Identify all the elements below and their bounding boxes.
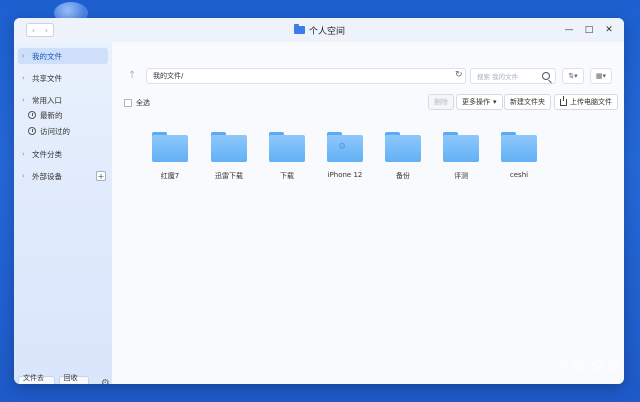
search-placeholder: 搜索 我的文件	[477, 73, 519, 81]
minimize-button[interactable]: —	[564, 24, 574, 36]
sidebar-item-label: 共享文件	[32, 73, 62, 83]
folder-name: ceshi	[509, 171, 529, 179]
folder-icon	[294, 24, 305, 34]
folder-icon	[501, 132, 537, 162]
folder-item[interactable]: 评测	[439, 132, 483, 182]
watermark-line1: 新	[559, 357, 568, 366]
folder-icon	[211, 132, 247, 162]
gear-icon[interactable]: ⚙	[99, 376, 112, 385]
search-icon[interactable]	[542, 72, 550, 80]
clock-icon	[28, 111, 36, 119]
chevron-right-icon: ›	[22, 52, 25, 60]
select-all-checkbox[interactable]	[124, 99, 132, 107]
select-all[interactable]: 全选	[124, 98, 150, 108]
sidebar-bottom: 文件去重 回收站 ⚙	[18, 374, 112, 385]
folder-name: 下载	[280, 172, 294, 180]
window-title-text: 个人空间	[309, 26, 346, 37]
more-actions-button[interactable]: 更多操作 ▾	[456, 94, 503, 110]
folder-item[interactable]: ceshi	[497, 132, 541, 182]
sidebar-item-label: 我的文件	[32, 51, 62, 61]
folder-icon	[443, 132, 479, 162]
sidebar: › 我的文件 › 共享文件 › 常用入口 最新的 访问过的 › 文件分类 › 外…	[14, 42, 112, 384]
chevron-down-icon: ▾	[493, 98, 497, 106]
folder-item[interactable]: 迅雷下载	[207, 132, 251, 182]
sidebar-item-external-devices[interactable]: › 外部设备 +	[18, 168, 108, 184]
maximize-button[interactable]: □	[584, 24, 594, 36]
close-button[interactable]: ✕	[604, 24, 614, 36]
folder-name: 迅雷下载	[215, 172, 243, 180]
folder-icon	[385, 132, 421, 162]
title-bar: ‹ › 个人空间 — □ ✕	[14, 18, 624, 42]
sidebar-item-my-files[interactable]: › 我的文件	[18, 48, 108, 64]
folder-item[interactable]: 备份	[381, 132, 425, 182]
more-actions-label: 更多操作	[462, 98, 490, 106]
recycle-bin-button[interactable]: 回收站	[58, 374, 89, 384]
path-input[interactable]: 我的文件/	[146, 68, 466, 84]
add-device-icon[interactable]: +	[96, 171, 106, 181]
refresh-icon[interactable]: ↻	[455, 70, 463, 80]
watermark: 新 浪 值 众测	[559, 356, 621, 376]
search-input[interactable]: 搜索 我的文件	[470, 68, 556, 84]
chevron-right-icon: ›	[22, 150, 25, 158]
nav-buttons[interactable]: ‹ ›	[26, 23, 54, 37]
watermark-stack: 新 浪	[559, 357, 568, 375]
folder-item[interactable]: 红魔7	[148, 132, 192, 182]
history-icon	[28, 127, 36, 135]
folder-name: iPhone 12	[327, 171, 363, 179]
upload-icon	[560, 95, 567, 106]
watermark-main: 值	[572, 359, 587, 375]
file-dedupe-button[interactable]: 文件去重	[18, 374, 55, 384]
gear-badge-icon: ⚙	[338, 142, 347, 152]
main-content: ↑ 我的文件/ ↻ 搜索 我的文件 ⇅▾ ▦▾ 全选 删除 更多操作 ▾ 新建文…	[112, 42, 624, 384]
sidebar-item-label: 常用入口	[32, 95, 62, 105]
up-arrow-icon[interactable]: ↑	[128, 70, 136, 81]
sidebar-item-label: 外部设备	[32, 171, 62, 181]
sidebar-item-common-entry[interactable]: › 常用入口	[18, 92, 108, 108]
file-manager-window: ‹ › 个人空间 — □ ✕ › 我的文件 › 共享文件 › 常用入口 最新的	[14, 18, 624, 384]
sidebar-item-file-category[interactable]: › 文件分类	[18, 146, 108, 162]
chevron-right-icon: ›	[22, 172, 25, 180]
view-mode-button[interactable]: ▦▾	[590, 68, 612, 84]
sidebar-item-label: 文件分类	[32, 149, 62, 159]
folder-name: 评测	[454, 172, 468, 180]
sort-button[interactable]: ⇅▾	[562, 68, 584, 84]
window-controls: — □ ✕	[564, 24, 614, 36]
upload-label: 上传电脑文件	[570, 98, 612, 106]
back-icon[interactable]: ‹	[32, 26, 35, 35]
folder-icon	[152, 132, 188, 162]
sidebar-item-label: 访问过的	[40, 126, 70, 136]
folder-name: 备份	[396, 172, 410, 180]
sidebar-item-visited[interactable]: 访问过的	[28, 124, 108, 138]
folder-item[interactable]: 下载	[265, 132, 309, 182]
forward-icon[interactable]: ›	[45, 26, 48, 35]
upload-button[interactable]: 上传电脑文件	[554, 94, 618, 110]
folder-item[interactable]: ⚙ iPhone 12	[323, 132, 367, 182]
new-folder-button[interactable]: 新建文件夹	[504, 94, 551, 110]
select-all-label: 全选	[136, 99, 150, 107]
sidebar-item-recent[interactable]: 最新的	[28, 108, 108, 122]
chevron-right-icon: ›	[22, 96, 25, 104]
grid-icon: ▦▾	[595, 72, 607, 80]
sidebar-item-shared-files[interactable]: › 共享文件	[18, 70, 108, 86]
watermark-brand: 众测	[591, 359, 621, 375]
chevron-right-icon: ›	[22, 74, 25, 82]
delete-button[interactable]: 删除	[428, 94, 454, 110]
folder-name: 红魔7	[160, 172, 180, 180]
folder-icon	[269, 132, 305, 162]
special-folder-icon: ⚙	[327, 132, 363, 162]
watermark-line2: 浪	[559, 366, 568, 375]
sidebar-item-label: 最新的	[40, 110, 63, 120]
window-title: 个人空间	[294, 24, 346, 37]
sort-icon: ⇅▾	[568, 72, 578, 80]
